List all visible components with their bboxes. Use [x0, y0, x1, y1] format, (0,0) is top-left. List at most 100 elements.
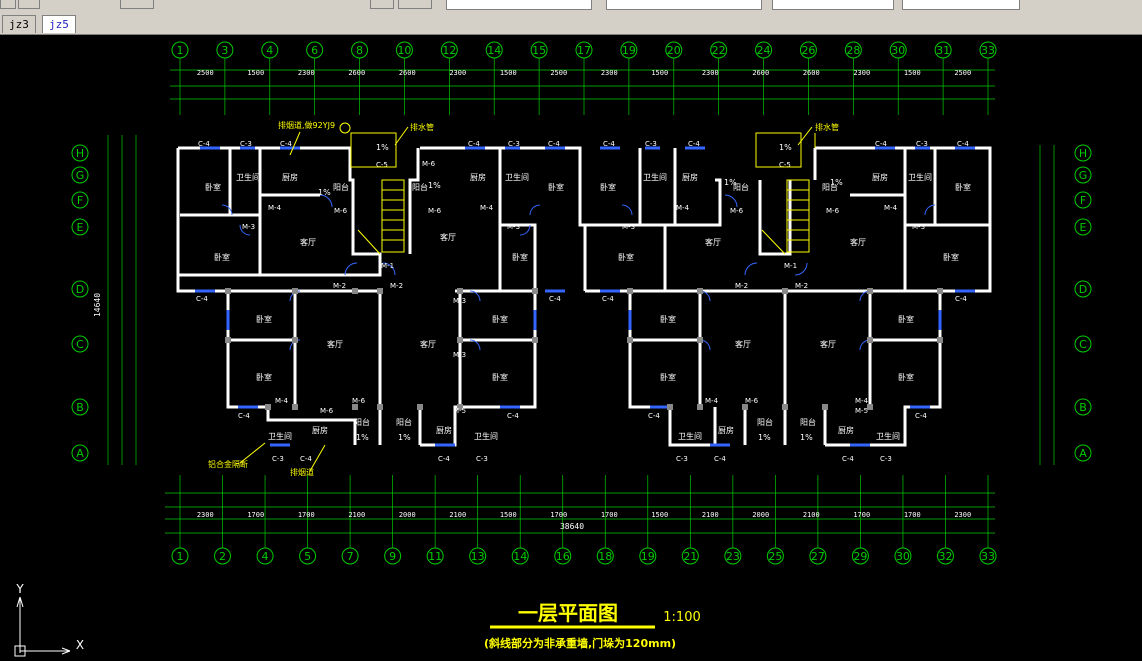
door-tag: M-4 — [884, 204, 898, 212]
toolbar-button[interactable] — [0, 0, 16, 9]
room-label: 厨房 — [436, 425, 452, 435]
window-tag: C-5 — [376, 161, 388, 169]
right-dimension-lines — [1039, 145, 1055, 465]
row-axis-label: G — [76, 169, 85, 182]
toolbar-button[interactable] — [370, 0, 394, 9]
window-tag: C-4 — [438, 455, 450, 463]
color-dropdown[interactable] — [606, 0, 762, 10]
dimension-value: 1700 — [550, 511, 567, 519]
door-tag: M-6 — [428, 207, 442, 215]
axis-bubble-label: 17 — [577, 44, 591, 57]
room-label: 厨房 — [312, 425, 328, 435]
row-axis-label: H — [76, 147, 84, 160]
window-tag: C-4 — [238, 412, 250, 420]
axis-bubble-label: 4 — [266, 44, 273, 57]
window-tag: C-4 — [842, 455, 854, 463]
window-tag: C-4 — [198, 140, 210, 148]
room-label: 厨房 — [282, 172, 298, 182]
window-tag: C-4 — [280, 140, 292, 148]
room-label: 阳台 — [412, 182, 428, 192]
annotation-text: 排烟道 — [290, 467, 314, 477]
row-axis-label: G — [1079, 169, 1088, 182]
axis-bubble-label: 1 — [177, 550, 184, 563]
row-axis-label: E — [77, 221, 84, 234]
top-dimension-lines — [170, 69, 995, 100]
column-marker — [782, 404, 788, 410]
axis-bubble-label: 30 — [891, 44, 905, 57]
room-label: 卧室 — [600, 182, 616, 192]
document-tabs: jz3 jz5 — [0, 12, 1142, 35]
bottom-axis-bubbles: 1 2 4 5 7 9 11 13 14 16 18 19 21 23 25 27 29 30 32 33 — [171, 475, 997, 565]
toolbar-button[interactable] — [120, 0, 154, 9]
row-axis-label: B — [76, 401, 84, 414]
axis-bubble-label: 23 — [726, 550, 740, 563]
dimension-value: 1700 — [247, 511, 264, 519]
room-label: 卧室 — [898, 372, 914, 382]
dimension-value: 2100 — [348, 511, 365, 519]
row-axis-label: H — [1079, 147, 1087, 160]
column-marker — [292, 404, 298, 410]
column-marker — [532, 337, 538, 343]
room-label: 客厅 — [820, 339, 836, 349]
column-marker — [937, 288, 943, 294]
dimension-value: 2300 — [702, 69, 719, 77]
row-axis-label: A — [76, 447, 84, 460]
row-axis-label: C — [1079, 338, 1087, 351]
slope-text: 1% — [428, 181, 441, 190]
building-walls — [176, 146, 992, 447]
dimension-value: 2600 — [803, 69, 820, 77]
door-tag: M-4 — [676, 204, 690, 212]
toolbar-button[interactable] — [398, 0, 432, 9]
axis-bubble-label: 4 — [262, 550, 269, 563]
tab-jz3[interactable]: jz3 — [2, 15, 36, 33]
axis-bubble-label: 15 — [532, 44, 546, 57]
total-width-dim: 38640 — [560, 522, 584, 531]
axis-bubble-label: 19 — [622, 44, 636, 57]
axis-bubble-label: 30 — [896, 550, 910, 563]
axis-bubble-label: 22 — [712, 44, 726, 57]
dimension-value: 1500 — [651, 511, 668, 519]
window-tag: C-5 — [779, 161, 791, 169]
column-marker — [352, 288, 358, 294]
drawing-title-block: 一层平面图 1:100 (斜线部分为非承重墙,门垛为120mm) — [484, 601, 701, 650]
door-tag: M-3 — [912, 223, 925, 231]
room-label: 卧室 — [660, 372, 676, 382]
dimension-value: 1500 — [904, 69, 921, 77]
column-marker — [867, 288, 873, 294]
drawing-canvas[interactable]: Y X 1 3 4 6 8 10 12 14 15 17 19 20 22 24 26 28 30 31 33 12… — [0, 35, 1142, 657]
axis-bubble-label: 2 — [219, 550, 226, 563]
room-label: 厨房 — [470, 172, 486, 182]
column-marker — [225, 337, 231, 343]
column-marker — [265, 404, 271, 410]
room-label: 卧室 — [512, 252, 528, 262]
toolbar-button[interactable] — [18, 0, 40, 9]
axis-bubble-label: 21 — [683, 550, 697, 563]
slope-text: 1% — [779, 143, 792, 152]
row-axis-label: D — [76, 283, 84, 296]
door-tag: M-6 — [826, 207, 840, 215]
room-label: 客厅 — [735, 339, 751, 349]
tab-jz5[interactable]: jz5 — [42, 15, 76, 33]
room-label: 卧室 — [214, 252, 230, 262]
axis-bubble-label: 12 — [442, 44, 456, 57]
door-tag: M-2 — [735, 282, 748, 290]
lineweight-dropdown[interactable] — [902, 0, 1020, 10]
door-tag: M-5 — [855, 407, 868, 415]
linetype-dropdown[interactable] — [772, 0, 894, 10]
column-marker — [697, 337, 703, 343]
axis-bubble-label: 24 — [757, 44, 771, 57]
dimension-value: 2300 — [853, 69, 870, 77]
annotation-text: 铝合金隔断 — [208, 459, 248, 469]
window-tag: C-3 — [916, 140, 928, 148]
room-label: 卫生间 — [678, 431, 702, 441]
column-marker — [627, 337, 633, 343]
door-tag: M-3 — [453, 297, 466, 305]
door-tag: M-3 — [453, 351, 466, 359]
row-axis-label: C — [76, 338, 84, 351]
axis-bubble-label: 29 — [853, 550, 867, 563]
layer-dropdown[interactable] — [446, 0, 592, 10]
dimension-value: 1700 — [904, 511, 921, 519]
room-label: 阳台 — [354, 417, 370, 427]
annotation-text: 排烟道,做92YJ9 — [278, 120, 335, 130]
room-label: 阳台 — [757, 417, 773, 427]
